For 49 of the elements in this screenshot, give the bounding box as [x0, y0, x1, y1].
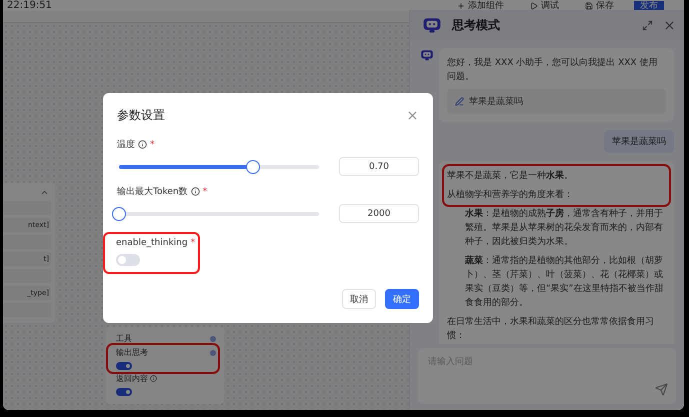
close-icon[interactable] — [406, 109, 419, 122]
chevron-icon[interactable] — [40, 188, 49, 197]
debug-button[interactable]: 调试 — [524, 0, 565, 10]
field-row — [3, 201, 51, 215]
field-label: 输出思考 — [116, 347, 148, 358]
info-icon[interactable] — [190, 187, 200, 196]
answer-text: 在日常生活中，水果和蔬菜的区分也常常依据食用习惯： — [447, 316, 655, 343]
field-row — [3, 303, 51, 317]
send-icon[interactable] — [655, 383, 668, 396]
param-label: 输出最大Token数 — [117, 186, 188, 198]
plus-icon — [457, 2, 465, 10]
answer-text: 苹果不是蔬菜，它是一种水果。 — [447, 169, 574, 183]
robot-avatar-icon — [420, 48, 434, 62]
chat-title: 思考模式 — [452, 16, 501, 34]
toggle-switch[interactable] — [116, 254, 140, 266]
required-mark: * — [190, 238, 196, 248]
clock-time: 22:19:51 — [7, 0, 52, 11]
toggle-switch[interactable] — [116, 362, 132, 370]
answer-point: 蔬菜：通常指的是植物的其他部分，比如根（胡萝卜）、茎（芹菜）、叶（菠菜）、花（花椰菜）或果实（豆类）等，但“果实”在这里特指不被当作甜食食用的部分。 — [465, 254, 664, 310]
user-message: 苹果是蔬菜吗 — [604, 130, 674, 153]
publish-button[interactable]: 发布 — [634, 0, 664, 10]
answer-text: 从植物学和营养学的角度来看： — [447, 188, 574, 202]
slider-thumb[interactable] — [112, 206, 126, 220]
cancel-button[interactable]: 取消 — [342, 289, 376, 309]
dialog-title: 参数设置 — [117, 107, 165, 124]
info-icon[interactable] — [138, 140, 147, 149]
required-mark: * — [202, 186, 208, 196]
slider-thumb[interactable] — [246, 160, 260, 174]
add-component-button[interactable]: 添加组件 — [451, 0, 510, 10]
confirm-button[interactable]: 确定 — [385, 289, 419, 309]
pencil-icon — [455, 97, 464, 106]
field-label: 工具 — [116, 333, 132, 344]
close-icon[interactable] — [663, 18, 676, 32]
field-row — [3, 235, 51, 249]
play-icon — [530, 2, 538, 10]
number-field[interactable]: 0.70 — [339, 157, 419, 176]
greeting-text: 您好，我是 XXX 小助手，您可以向我提出 XXX 使用问题。 — [447, 56, 658, 84]
required-mark: * — [150, 140, 154, 150]
field-label: 返回内容 — [116, 373, 148, 384]
expand-icon[interactable] — [642, 20, 653, 30]
field-row — [3, 269, 51, 283]
answer-point: 水果：是植物的成熟子房，通常含有种子，并用于繁殖。苹果是从苹果树的花朵发育而来的，内部有种子，因此被归类为水果。 — [465, 207, 664, 249]
param-label: enable_thinking — [116, 238, 188, 248]
save-icon — [585, 2, 593, 10]
toggle-switch[interactable] — [116, 388, 132, 396]
number-field[interactable]: 2000 — [339, 204, 419, 223]
suggested-question[interactable]: 苹果是蔬菜吗 — [447, 89, 666, 114]
param-label: 温度 — [117, 138, 135, 151]
save-button[interactable]: 保存 — [579, 0, 620, 10]
